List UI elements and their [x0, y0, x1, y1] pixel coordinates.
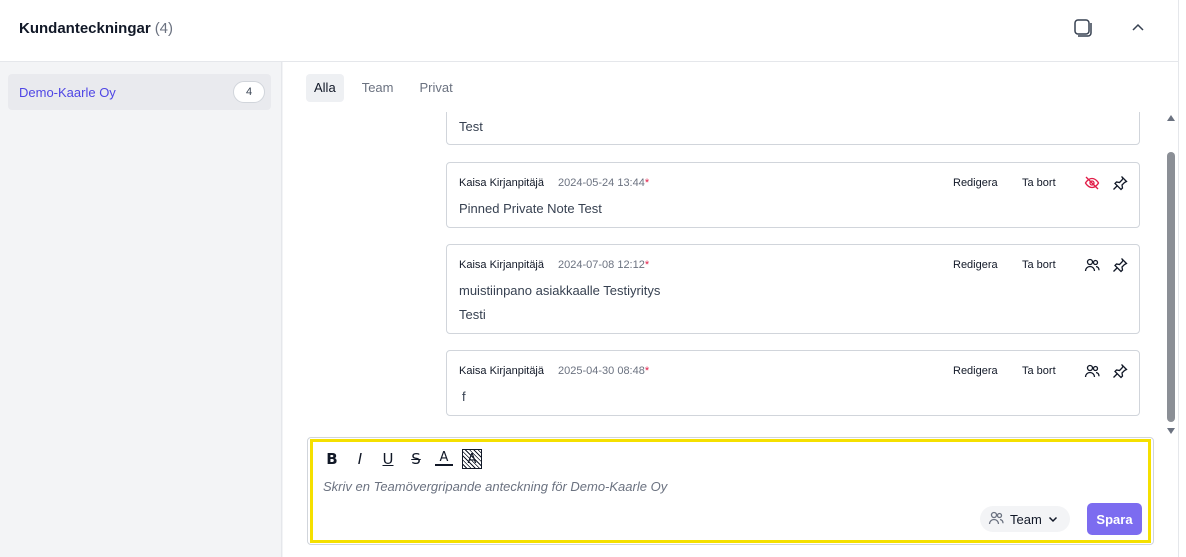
formatting-toolbar: B I U S A A: [323, 449, 482, 469]
scroll-thumb[interactable]: [1167, 152, 1175, 422]
tab-team[interactable]: Team: [354, 74, 402, 102]
note-author: Kaisa Kirjanpitäjä: [459, 259, 544, 271]
pin-icon[interactable]: [1111, 174, 1129, 192]
tab-bar: Alla Team Privat: [306, 74, 461, 102]
strikethrough-button[interactable]: S: [407, 450, 425, 468]
notes-scrollbar[interactable]: [1163, 112, 1178, 438]
note-text: muistiinpano asiakkaalle Testiyritys: [459, 283, 661, 298]
note-text: Test: [459, 119, 483, 134]
header-bar: Kundanteckningar (4): [0, 0, 1178, 62]
sidebar: Demo-Kaarle Oy 4: [0, 62, 282, 557]
note-date: 2025-04-30 08:48*: [558, 365, 649, 377]
save-button[interactable]: Spara: [1087, 503, 1142, 535]
page-title-count: (4): [154, 20, 174, 37]
window-edge: [1178, 0, 1186, 557]
note-text: f: [462, 389, 466, 404]
asterisk-icon: *: [644, 177, 650, 189]
edit-button[interactable]: Redigera: [953, 365, 998, 377]
sidebar-item-label: Demo-Kaarle Oy: [19, 85, 116, 100]
edit-button[interactable]: Redigera: [953, 177, 998, 189]
underline-button[interactable]: U: [379, 450, 397, 468]
chevron-up-icon[interactable]: [1126, 16, 1150, 40]
delete-button[interactable]: Ta bort: [1022, 177, 1056, 189]
note-input-placeholder[interactable]: Skriv en Teamövergripande anteckning för…: [323, 479, 667, 494]
notes-list[interactable]: Test Kaisa Kirjanpitäjä 2024-05-24 13:44…: [283, 112, 1163, 422]
note-card: Kaisa Kirjanpitäjä 2024-07-08 12:12* Red…: [446, 244, 1140, 334]
team-icon: [1083, 256, 1101, 274]
note-editor[interactable]: B I U S A A Skriv en Teamövergripande an…: [310, 439, 1151, 543]
team-icon: [1083, 362, 1101, 380]
italic-button[interactable]: I: [351, 450, 369, 468]
note-date-text: 2024-05-24 13:44: [558, 177, 645, 189]
asterisk-icon: *: [644, 365, 650, 377]
note-text: Testi: [459, 307, 486, 322]
note-author: Kaisa Kirjanpitäjä: [459, 365, 544, 377]
note-date: 2024-07-08 12:12*: [558, 259, 649, 271]
note-date-text: 2024-07-08 12:12: [558, 259, 645, 271]
bold-button[interactable]: B: [323, 450, 341, 468]
note-card: Kaisa Kirjanpitäjä 2025-04-30 08:48* Red…: [446, 350, 1140, 416]
pin-icon[interactable]: [1111, 362, 1129, 380]
visibility-select[interactable]: Team: [980, 506, 1070, 532]
delete-button[interactable]: Ta bort: [1022, 365, 1056, 377]
asterisk-icon: *: [644, 259, 650, 271]
note-author: Kaisa Kirjanpitäjä: [459, 177, 544, 189]
visibility-select-value: Team: [1010, 511, 1042, 527]
scroll-up-arrow-icon[interactable]: [1167, 115, 1175, 121]
note-card: Test: [446, 112, 1140, 145]
edit-button[interactable]: Redigera: [953, 259, 998, 271]
pin-icon[interactable]: [1111, 256, 1129, 274]
tab-all[interactable]: Alla: [306, 74, 344, 102]
highlight-button[interactable]: A: [462, 449, 482, 469]
tab-private[interactable]: Privat: [411, 74, 460, 102]
note-date: 2024-05-24 13:44*: [558, 177, 649, 189]
note-date-text: 2025-04-30 08:48: [558, 365, 645, 377]
note-text: Pinned Private Note Test: [459, 201, 602, 216]
text-color-button[interactable]: A: [435, 450, 453, 466]
sidebar-item-count-badge: 4: [233, 81, 265, 103]
team-icon: [988, 510, 1004, 529]
note-card: Kaisa Kirjanpitäjä 2024-05-24 13:44* Red…: [446, 162, 1140, 228]
windows-icon[interactable]: [1071, 16, 1095, 40]
chevron-down-icon: [1048, 512, 1058, 527]
scroll-down-arrow-icon[interactable]: [1167, 428, 1175, 434]
page-title-text: Kundanteckningar: [19, 20, 151, 37]
eye-off-icon: [1083, 174, 1101, 192]
delete-button[interactable]: Ta bort: [1022, 259, 1056, 271]
sidebar-item-customer[interactable]: Demo-Kaarle Oy 4: [8, 74, 271, 110]
page-title: Kundanteckningar (4): [19, 20, 173, 37]
